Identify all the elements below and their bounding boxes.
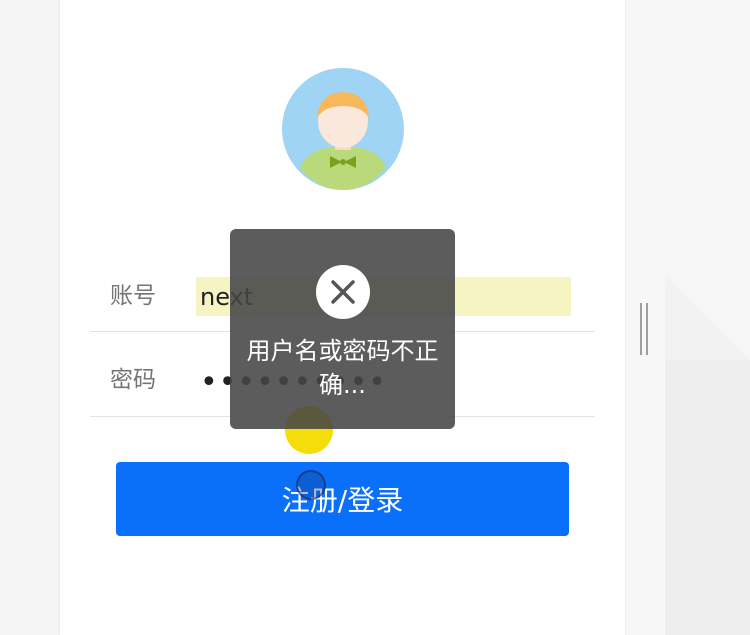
left-margin xyxy=(0,0,60,635)
toast-message: 用户名或密码不正确... xyxy=(246,337,439,399)
resize-handle[interactable] xyxy=(638,303,652,355)
register-login-button[interactable]: 注册/登录 xyxy=(116,462,569,536)
account-label: 账号 xyxy=(110,283,156,309)
cursor-indicator xyxy=(296,470,326,500)
password-label: 密码 xyxy=(110,367,156,393)
user-avatar-icon xyxy=(282,68,404,190)
close-circle-icon xyxy=(316,265,370,319)
close-icon xyxy=(331,280,355,304)
